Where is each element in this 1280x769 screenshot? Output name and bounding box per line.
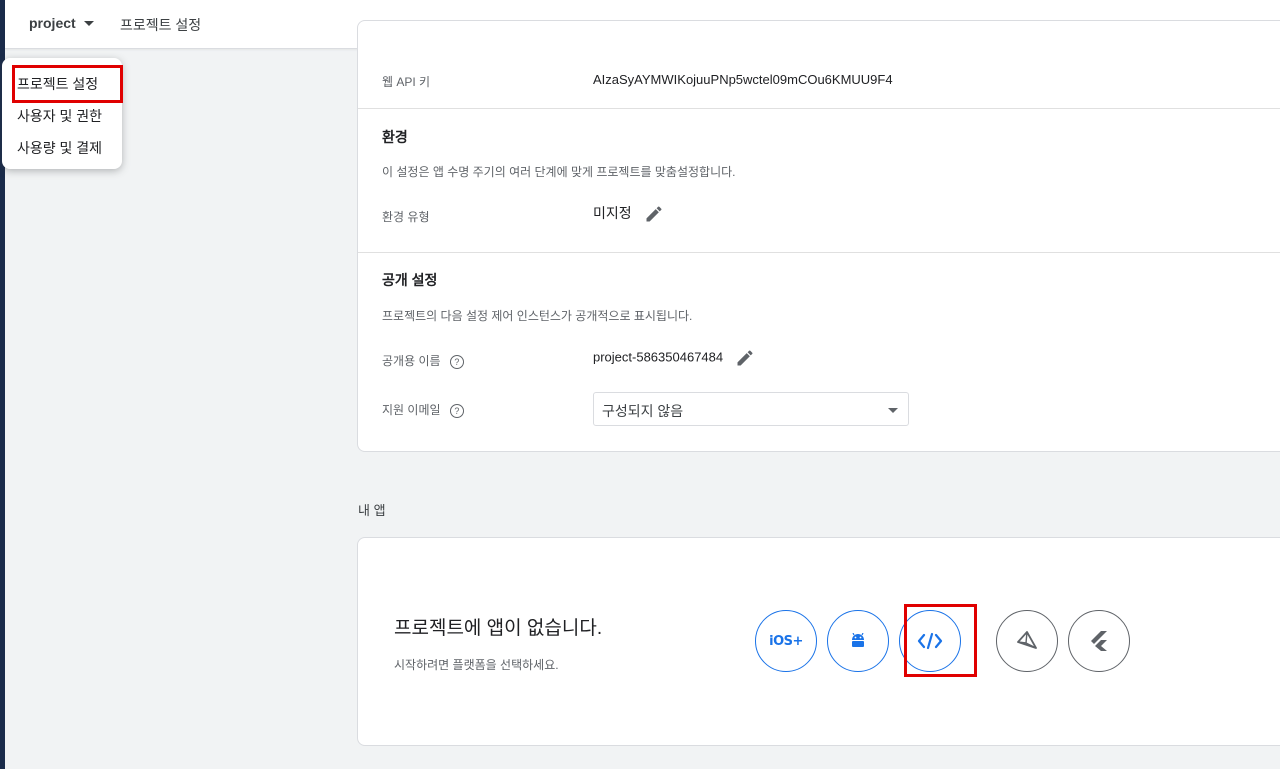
support-email-label-row: 지원 이메일 ? <box>382 401 464 418</box>
add-web-app-button[interactable] <box>899 610 961 672</box>
environment-description: 이 설정은 앱 수명 주기의 여러 단계에 맞게 프로젝트를 맞춤설정합니다. <box>382 165 736 179</box>
public-settings-description: 프로젝트의 다음 설정 제어 인스턴스가 공개적으로 표시됩니다. <box>382 309 693 323</box>
public-settings-title: 공개 설정 <box>382 272 438 288</box>
add-android-app-button[interactable] <box>827 610 889 672</box>
my-apps-heading: 내 앱 <box>358 503 386 518</box>
environment-title: 환경 <box>382 129 408 145</box>
support-email-label: 지원 이메일 <box>382 403 441 417</box>
divider <box>358 108 1280 109</box>
edit-environment-pencil-icon[interactable] <box>644 204 664 224</box>
help-icon[interactable]: ? <box>449 403 464 418</box>
environment-type-label: 환경 유형 <box>382 210 430 224</box>
menu-item-usage-billing[interactable]: 사용량 및 결제 <box>17 138 102 158</box>
project-switcher[interactable]: project <box>29 15 94 31</box>
no-apps-subtitle: 시작하려면 플랫폼을 선택하세요. <box>394 658 559 672</box>
support-email-selected-value: 구성되지 않음 <box>602 403 684 419</box>
project-menu-dropdown: 프로젝트 설정 사용자 및 권한 사용량 및 결제 <box>2 58 122 169</box>
caret-down-icon <box>83 20 94 26</box>
android-icon <box>852 633 864 647</box>
menu-item-users-permissions[interactable]: 사용자 및 권한 <box>17 106 102 126</box>
dropdown-arrow-icon <box>888 408 898 413</box>
environment-type-row: 미지정 <box>593 203 664 224</box>
web-code-icon <box>917 632 943 650</box>
web-api-key-label: 웹 API 키 <box>382 75 431 89</box>
flutter-icon <box>1091 631 1107 651</box>
add-ios-app-button[interactable]: iOS+ <box>755 610 817 672</box>
project-name: project <box>29 15 76 31</box>
divider <box>358 252 1280 253</box>
public-name-value: project-586350467484 <box>593 349 724 365</box>
project-settings-card: 웹 API 키 AIzaSyAYMWIKojuuPNp5wctel09mCOu6… <box>357 20 1280 452</box>
public-name-row: project-586350467484 <box>593 348 755 368</box>
ios-icon: iOS+ <box>769 633 803 649</box>
unity-icon <box>1017 631 1037 649</box>
public-name-label-row: 공개용 이름 ? <box>382 352 464 369</box>
support-email-select[interactable]: 구성되지 않음 <box>593 392 909 426</box>
web-api-key-value: AIzaSyAYMWIKojuuPNp5wctel09mCOu6KMUU9F4 <box>593 72 893 87</box>
environment-type-value: 미지정 <box>593 205 632 221</box>
breadcrumb: 프로젝트 설정 <box>120 17 202 33</box>
no-apps-title: 프로젝트에 앱이 없습니다. <box>394 618 603 639</box>
add-flutter-app-button[interactable] <box>1068 610 1130 672</box>
public-name-label: 공개용 이름 <box>382 354 441 368</box>
menu-item-project-settings[interactable]: 프로젝트 설정 <box>17 74 98 94</box>
add-unity-app-button[interactable] <box>996 610 1058 672</box>
edit-public-name-pencil-icon[interactable] <box>735 348 755 368</box>
my-apps-card: 프로젝트에 앱이 없습니다. 시작하려면 플랫폼을 선택하세요. iOS+ <box>357 537 1280 746</box>
help-icon[interactable]: ? <box>449 354 464 369</box>
